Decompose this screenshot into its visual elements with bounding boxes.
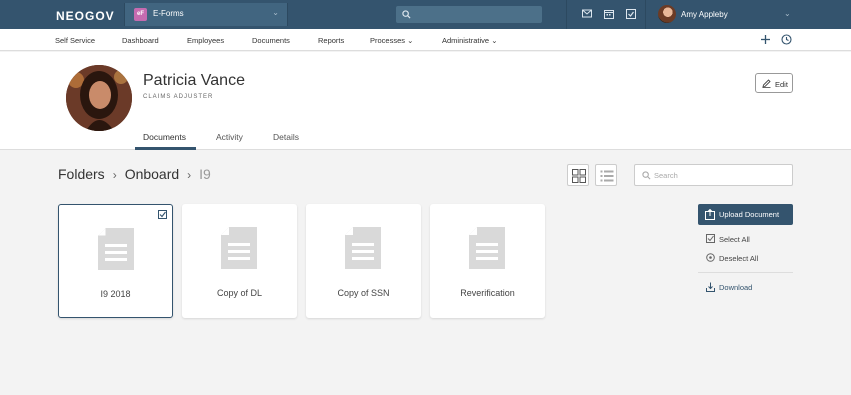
profile-name: Patricia Vance (143, 72, 245, 89)
search-icon (642, 171, 651, 180)
chevron-right-icon: › (187, 168, 192, 182)
edit-button[interactable]: Edit (755, 73, 793, 93)
breadcrumb-folders[interactable]: Folders (58, 166, 105, 182)
tasks-icon[interactable] (626, 9, 636, 19)
checkbox-checked-icon[interactable] (158, 210, 167, 219)
document-name: Reverification (460, 288, 515, 298)
grid-icon (572, 169, 586, 183)
chevron-down-icon: ⌄ (784, 9, 791, 18)
nav-documents[interactable]: Documents (252, 36, 290, 45)
breadcrumb-onboard[interactable]: Onboard (125, 166, 179, 182)
user-menu[interactable]: Amy Appleby ⌄ (652, 0, 802, 29)
profile-photo (66, 65, 132, 131)
document-icon (98, 228, 134, 270)
nav-dashboard[interactable]: Dashboard (122, 36, 159, 45)
divider (698, 272, 793, 273)
document-search (634, 164, 793, 186)
download-label: Download (719, 283, 753, 292)
top-icon-group (566, 0, 646, 29)
nav-administrative[interactable]: Administrative ⌄ (442, 36, 498, 45)
upload-document-label: Upload Document (719, 210, 780, 219)
chevron-down-icon: ⌄ (272, 8, 279, 17)
upload-icon (705, 209, 715, 220)
nav-reports[interactable]: Reports (318, 36, 344, 45)
brand-logo[interactable]: NEOGOV (56, 9, 115, 23)
list-view-button[interactable] (595, 164, 617, 186)
calendar-icon[interactable] (604, 9, 614, 19)
tab-details[interactable]: Details (273, 132, 299, 142)
document-icon (221, 227, 257, 269)
download-icon (706, 282, 715, 292)
upload-document-button[interactable]: Upload Document (698, 204, 793, 225)
user-name: Amy Appleby (681, 10, 728, 19)
select-all-label: Select All (719, 235, 750, 244)
nav-self-service[interactable]: Self Service (55, 36, 95, 45)
checkbox-checked-icon (706, 234, 715, 243)
app-switcher[interactable]: eF E-Forms ⌄ (124, 3, 288, 26)
chevron-down-icon: ⌄ (407, 36, 414, 45)
document-icon (469, 227, 505, 269)
profile-role: CLAIMS ADJUSTER (143, 94, 214, 100)
app-switcher-label: E-Forms (153, 9, 184, 18)
grid-view-button[interactable] (567, 164, 589, 186)
plus-icon[interactable] (760, 34, 771, 45)
global-search-input[interactable] (396, 6, 542, 23)
active-tab-indicator (135, 147, 196, 150)
nav-employees[interactable]: Employees (187, 36, 224, 45)
document-card[interactable]: I9 2018 (58, 204, 173, 318)
tab-activity[interactable]: Activity (216, 132, 243, 142)
document-card[interactable]: Reverification (430, 204, 545, 318)
document-icon (345, 227, 381, 269)
document-name: Copy of SSN (337, 288, 390, 298)
tab-documents[interactable]: Documents (143, 132, 186, 142)
main-nav: Self Service Dashboard Employees Documen… (0, 29, 851, 51)
deselect-all-label: Deselect All (719, 254, 759, 263)
nav-administrative-label: Administrative (442, 36, 490, 45)
user-avatar (658, 5, 676, 23)
list-icon (600, 170, 614, 182)
circle-icon (706, 253, 715, 262)
top-bar: NEOGOV eF E-Forms ⌄ Amy Appleby ⌄ (0, 0, 851, 29)
search-icon (402, 10, 411, 19)
document-card[interactable]: Copy of DL (182, 204, 297, 318)
document-name: Copy of DL (216, 288, 263, 298)
edit-button-label: Edit (775, 80, 788, 89)
nav-processes-label: Processes (370, 36, 406, 45)
chevron-right-icon: › (112, 168, 117, 182)
chevron-down-icon: ⌄ (491, 36, 498, 45)
eforms-app-icon: eF (134, 8, 147, 21)
clock-icon[interactable] (781, 34, 792, 45)
mail-icon[interactable] (582, 9, 592, 18)
breadcrumb-current: I9 (199, 166, 211, 182)
pencil-icon (762, 79, 771, 88)
document-name: I9 2018 (100, 289, 131, 299)
document-card[interactable]: Copy of SSN (306, 204, 421, 318)
nav-processes[interactable]: Processes ⌄ (370, 36, 413, 45)
breadcrumb: Folders › Onboard › I9 (58, 166, 211, 182)
search-input[interactable] (654, 168, 784, 182)
profile-header: Patricia Vance CLAIMS ADJUSTER Edit Docu… (0, 52, 851, 150)
